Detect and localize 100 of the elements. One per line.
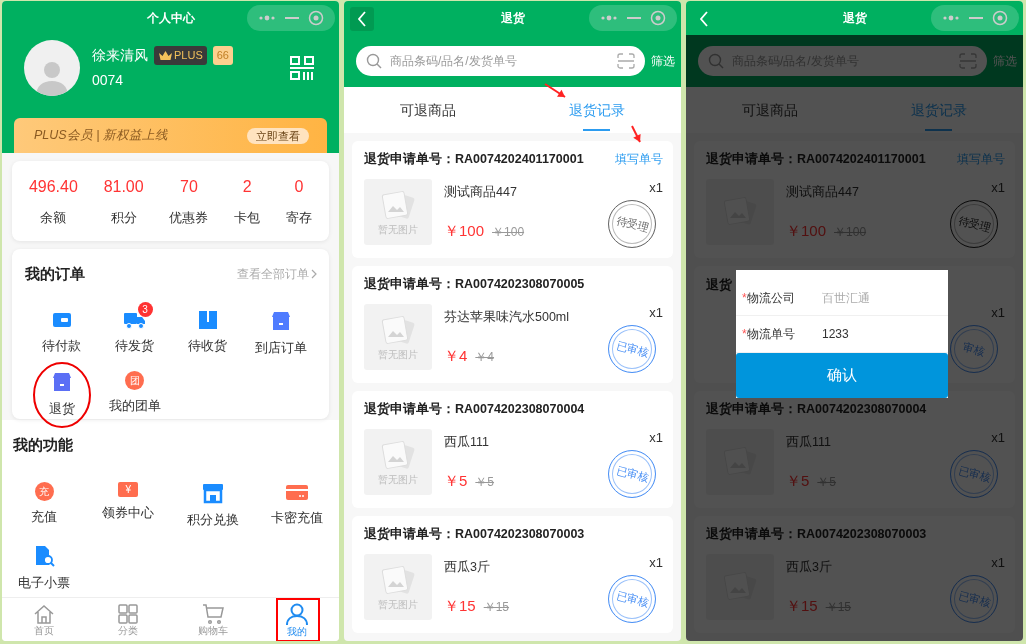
glyph-icon: 团 xyxy=(125,371,144,390)
search-icon xyxy=(708,53,724,69)
function-shortcut[interactable]: 卡密充值 xyxy=(270,481,323,529)
more-icon[interactable] xyxy=(941,15,960,21)
capsule-menu[interactable] xyxy=(247,5,335,31)
tab[interactable]: 可退商品 xyxy=(344,87,513,133)
original-price: ￥100 xyxy=(492,223,525,241)
price: ￥4 xyxy=(444,345,468,366)
section-title: 我的订单 xyxy=(25,264,85,284)
capsule-menu[interactable] xyxy=(931,5,1019,31)
scan-icon[interactable] xyxy=(617,53,635,69)
back-button[interactable] xyxy=(350,7,374,31)
store-icon xyxy=(269,309,292,332)
quantity: x1 xyxy=(991,429,1005,447)
section-title: 我的功能 xyxy=(13,435,73,455)
product-name: 西瓜111 xyxy=(786,433,832,451)
target-icon[interactable] xyxy=(650,10,667,26)
more-icon[interactable] xyxy=(599,15,618,21)
quantity: x1 xyxy=(991,304,1005,322)
qr-code-icon[interactable] xyxy=(289,55,315,81)
field-label: *物流公司 xyxy=(742,289,796,307)
plus-label: PLUS xyxy=(174,48,203,64)
order-number: 退货申请单号：RA0074202308070003 xyxy=(364,526,585,543)
grid-icon xyxy=(117,603,140,625)
count-badge: 3 xyxy=(137,301,153,317)
person-icon xyxy=(284,602,309,626)
stat-label: 寄存 xyxy=(286,208,313,227)
capsule-menu[interactable] xyxy=(589,5,677,31)
original-price: ￥15 xyxy=(483,598,510,616)
price: ￥100 xyxy=(786,220,827,241)
back-icon xyxy=(357,11,367,27)
scan-icon[interactable] xyxy=(959,53,977,69)
function-shortcut[interactable]: 电子小票 xyxy=(18,545,71,593)
original-price: ￥4 xyxy=(475,348,495,366)
product-name: 测试商品447 xyxy=(444,183,518,201)
price: ￥5 xyxy=(786,470,810,491)
quantity: x1 xyxy=(649,179,663,197)
product-name: 测试商品447 xyxy=(786,183,860,201)
nav-tab[interactable]: 我的 xyxy=(254,598,339,641)
coupon-icon: ¥ xyxy=(118,481,139,497)
order-number: 退货申请单号：RA0074202308070004 xyxy=(364,401,585,418)
status-stamp: 已审核 xyxy=(608,450,656,498)
price: ￥5 xyxy=(444,470,468,491)
screen-title: 退货 xyxy=(500,10,525,27)
order-shortcut[interactable]: 团 我的团单 xyxy=(108,371,161,419)
minimize-icon[interactable] xyxy=(969,17,983,19)
crown-icon xyxy=(158,50,173,61)
order-number: 退货申请单号：RA0074202401170001 xyxy=(364,151,584,168)
level-badge: 66 xyxy=(212,46,233,65)
status-stamp: 待受理 xyxy=(608,200,656,248)
promo-text: PLUS会员 | 新权益上线 xyxy=(34,127,168,145)
stat-value: 81.00 xyxy=(103,176,144,197)
user-name: 徐来清风 xyxy=(92,46,148,65)
screen-title: 个人中心 xyxy=(146,10,195,27)
function-shortcut[interactable]: ¥ 领券中心 xyxy=(102,481,155,529)
quantity: x1 xyxy=(649,554,663,572)
stat-value: 70 xyxy=(180,176,198,197)
box-icon xyxy=(196,309,219,330)
stat-value: 0 xyxy=(294,176,304,197)
order-shortcut[interactable]: 到店订单 xyxy=(254,309,307,357)
order-shortcut[interactable]: 待付款 xyxy=(42,309,81,357)
home-icon xyxy=(33,603,56,625)
status-stamp: 待受理 xyxy=(950,200,998,248)
search-icon xyxy=(366,53,382,69)
stat-label: 积分 xyxy=(110,208,137,227)
search-field[interactable]: 商品条码/品名/发货单号 xyxy=(356,46,645,76)
more-icon[interactable] xyxy=(257,15,276,21)
quantity: x1 xyxy=(991,554,1005,572)
target-icon[interactable] xyxy=(992,10,1009,26)
store-icon xyxy=(200,481,225,504)
minimize-icon[interactable] xyxy=(285,17,299,19)
product-name: 西瓜111 xyxy=(444,433,490,451)
input-field[interactable]: 1233 xyxy=(822,325,932,343)
price: ￥15 xyxy=(786,595,818,616)
user-id: 0074 xyxy=(92,71,125,90)
stat-value: 496.40 xyxy=(28,176,78,197)
original-price: ￥5 xyxy=(475,473,495,491)
quantity: x1 xyxy=(991,179,1005,197)
view-button[interactable]: 立即查看 xyxy=(247,127,309,144)
function-shortcut[interactable]: 积分兑换 xyxy=(186,481,239,529)
order-number: 退货 xyxy=(706,278,732,292)
product-name: 西瓜3斤 xyxy=(444,558,491,576)
product-name: 芬达苹果味汽水500ml xyxy=(444,308,570,326)
status-stamp: 已审核 xyxy=(608,575,656,623)
function-shortcut[interactable]: 充 充值 xyxy=(31,481,58,529)
price: ￥100 xyxy=(444,220,485,241)
store-icon xyxy=(50,371,73,393)
screen-title: 退货 xyxy=(842,10,867,27)
product-name: 西瓜3斤 xyxy=(786,558,833,576)
stat-label: 优惠券 xyxy=(169,208,209,227)
glyph-icon: 充 xyxy=(34,481,54,501)
order-number: 退货申请单号：RA0074202308070003 xyxy=(706,526,927,543)
avatar xyxy=(24,40,80,96)
order-shortcut[interactable]: 待收货 xyxy=(188,309,227,357)
back-icon xyxy=(699,11,709,27)
minimize-icon[interactable] xyxy=(627,17,641,19)
target-icon[interactable] xyxy=(308,10,325,26)
quantity: x1 xyxy=(649,304,663,322)
search-input[interactable]: 商品条码/品名/发货单号 xyxy=(388,51,611,71)
order-number: 退货申请单号：RA0074202401170001 xyxy=(706,151,926,168)
